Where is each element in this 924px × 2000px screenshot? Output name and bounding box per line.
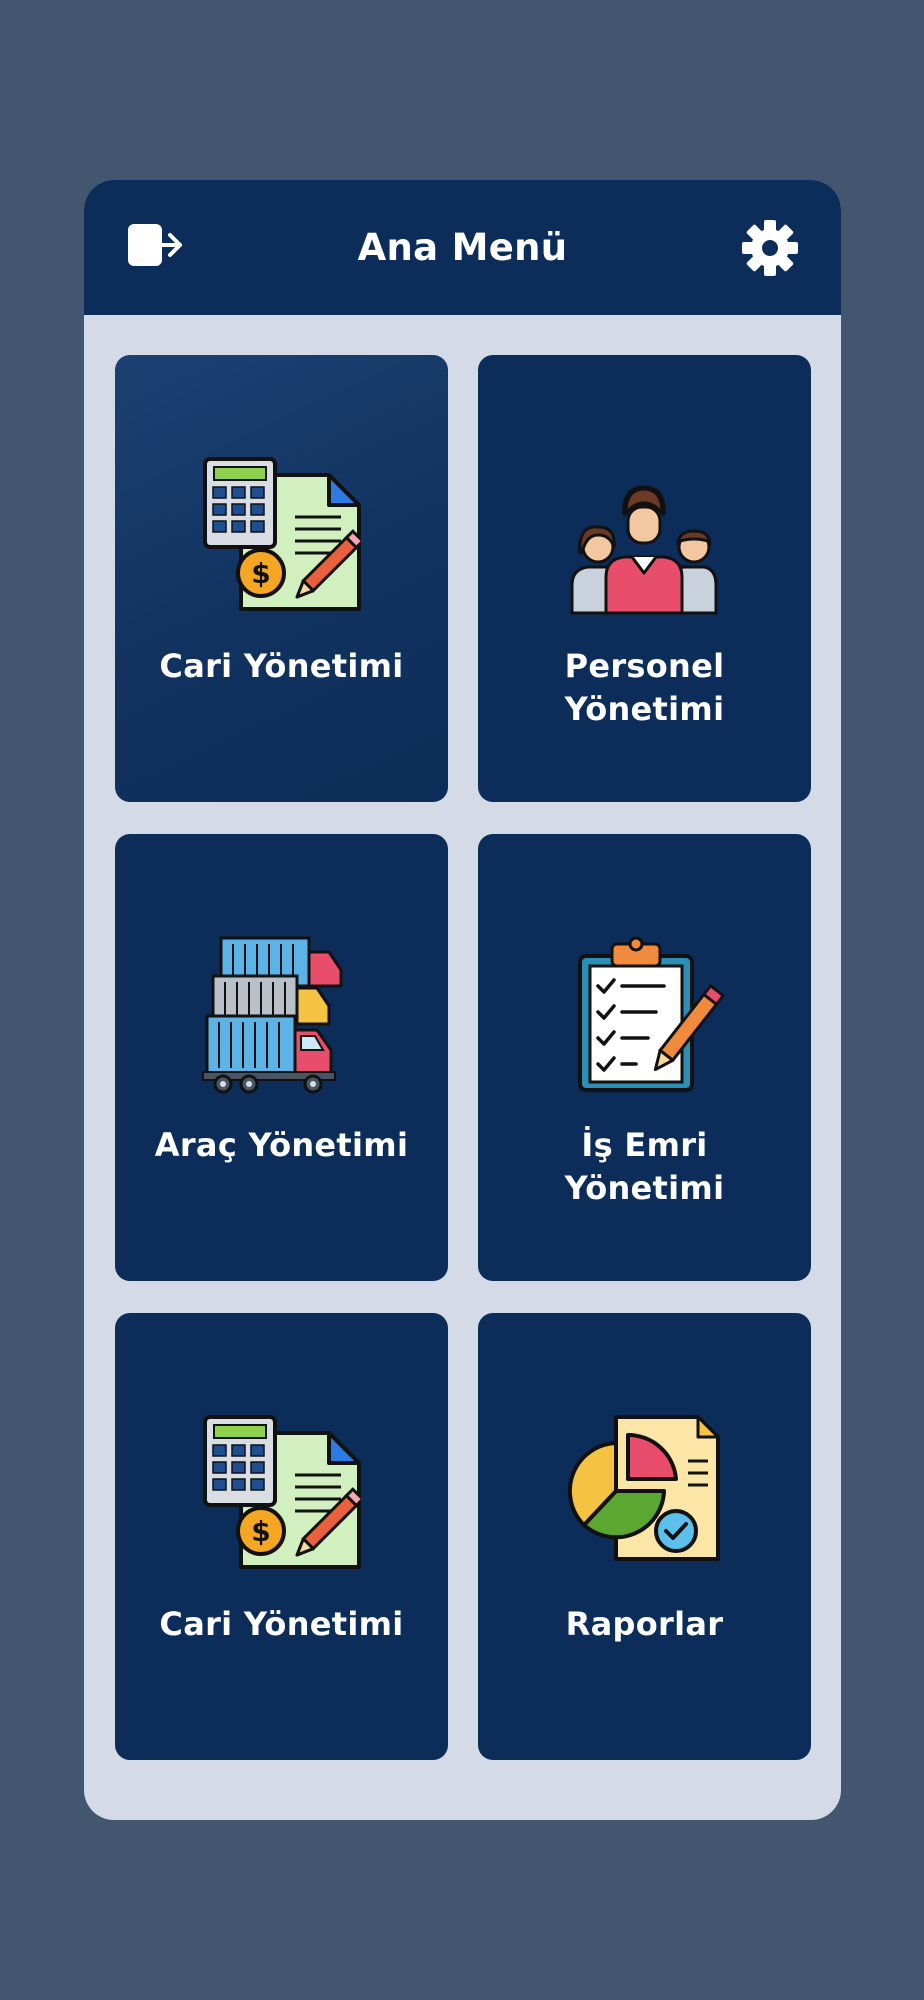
tile-label: Araç Yönetimi xyxy=(154,1126,409,1164)
tile-is-emri-yonetimi[interactable]: İş Emri Yönetimi xyxy=(478,834,811,1281)
team-people-icon xyxy=(570,485,718,615)
tile-personel-yonetimi[interactable]: Personel Yönetimi xyxy=(478,355,811,802)
app-header: Ana Menü xyxy=(84,180,841,315)
clipboard-checklist-icon xyxy=(578,936,724,1092)
accounting-calculator-icon: $ xyxy=(203,1415,361,1569)
page-title: Ana Menü xyxy=(357,226,568,269)
accounting-calculator-icon: $ xyxy=(203,457,361,611)
svg-text:$: $ xyxy=(251,1515,270,1548)
tile-label: Personel Yönetimi xyxy=(564,647,725,728)
tile-cari-yonetimi[interactable]: $ Cari Yönetimi xyxy=(115,355,448,802)
settings-button[interactable] xyxy=(740,218,800,278)
logout-icon xyxy=(128,224,182,266)
tile-arac-yonetimi[interactable]: Araç Yönetimi xyxy=(115,834,448,1281)
logout-button[interactable] xyxy=(126,218,186,278)
tile-raporlar[interactable]: Raporlar xyxy=(478,1313,811,1760)
svg-text:$: $ xyxy=(251,557,270,590)
pie-chart-report-icon xyxy=(567,1415,720,1561)
main-menu-card: Ana Menü $ Cari Yönetimi Personel Yöneti… xyxy=(84,180,841,1820)
tile-label: Cari Yönetimi xyxy=(159,647,404,685)
tile-cari-yonetimi-2[interactable]: $ Cari Yönetimi xyxy=(115,1313,448,1760)
gear-icon xyxy=(742,220,798,276)
tile-label: Cari Yönetimi xyxy=(159,1605,404,1643)
tile-label: Raporlar xyxy=(565,1605,724,1643)
truck-fleet-icon xyxy=(202,936,343,1094)
tile-label: İş Emri Yönetimi xyxy=(564,1126,725,1207)
